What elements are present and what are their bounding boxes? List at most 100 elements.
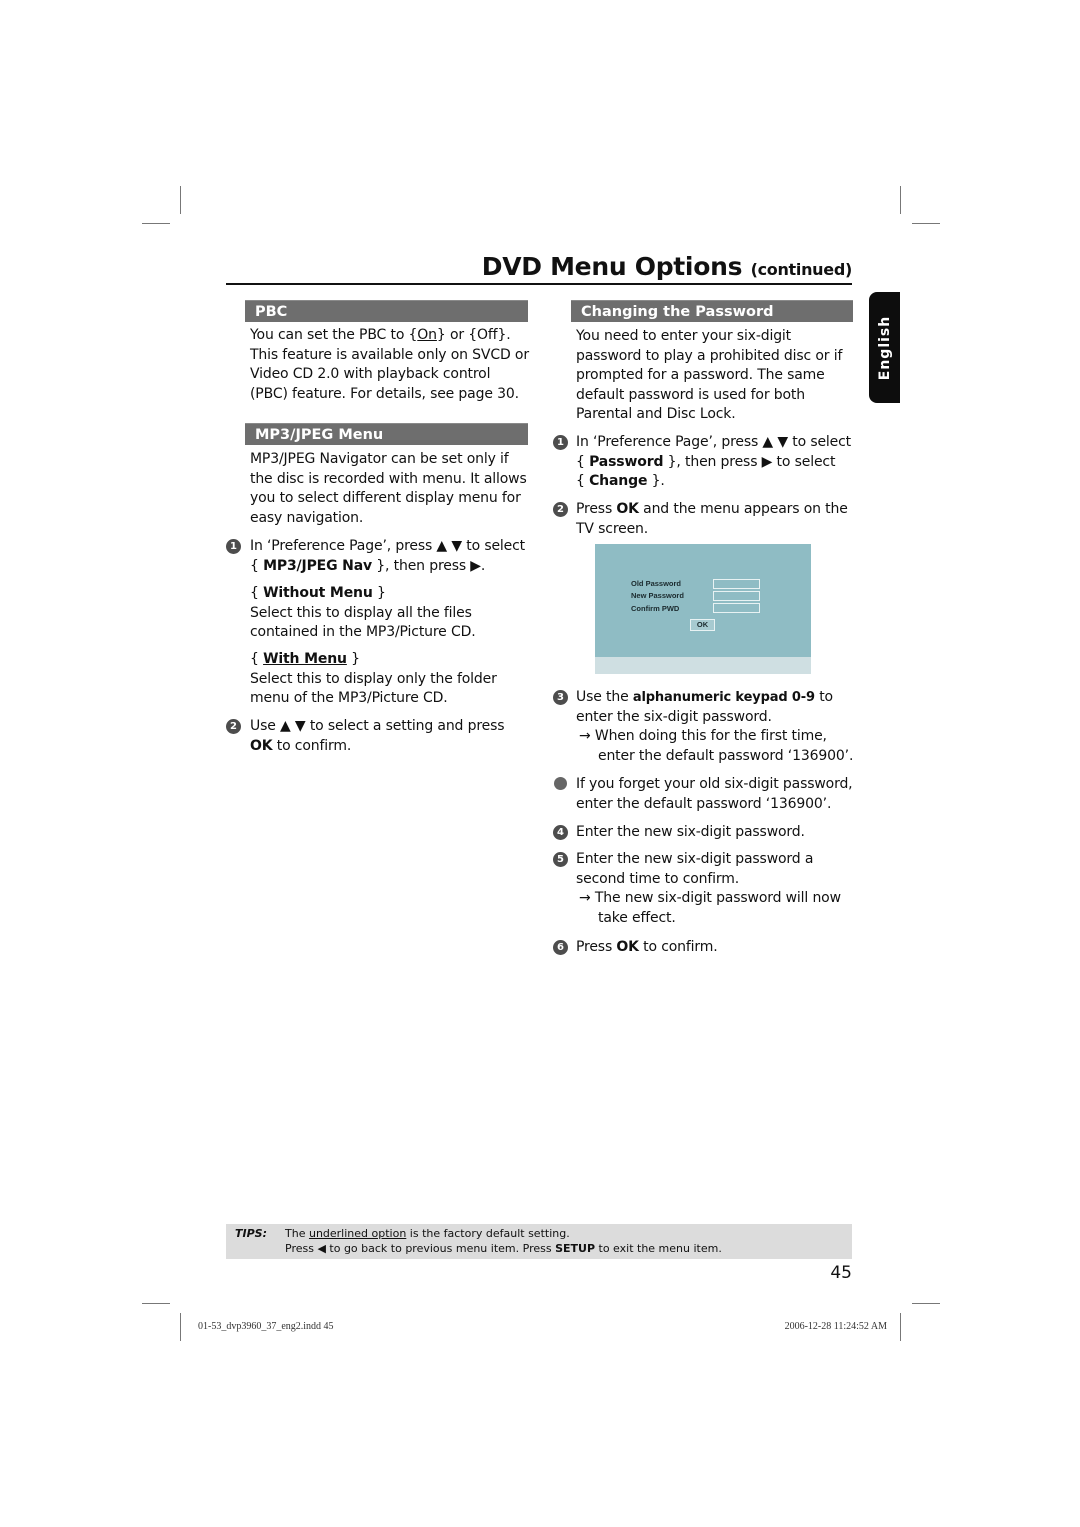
slug-filename: 01-53_dvp3960_37_eng2.indd 45 <box>198 1321 334 1332</box>
text-line: You need to enter your six-digit <box>576 328 792 344</box>
section-heading-text: MP3/JPEG Menu <box>255 427 384 443</box>
crop-mark <box>912 1303 940 1304</box>
text-line: In ‘Preference Page’, press ▲ ▼ to selec… <box>250 538 526 554</box>
text-line: enter the six-digit password. <box>576 708 772 725</box>
text-line: Enter the new six-digit password a <box>576 851 814 867</box>
menu-item-mp3-jpeg-nav: MP3/JPEG Nav <box>263 557 372 574</box>
password-step-4: Enter the new six-digit password. <box>576 824 805 840</box>
text-line: contained in the MP3/Picture CD. <box>250 624 476 641</box>
title-rule <box>226 283 852 285</box>
text-line: In ‘Preference Page’, press ▲ ▼ to selec… <box>576 434 852 450</box>
result-line: → The new six-digit password will now <box>579 890 841 907</box>
option-without-menu: { Without Menu } Select this to display … <box>250 584 476 643</box>
step-number-3: 3 <box>553 690 568 705</box>
bullet-icon <box>554 777 567 790</box>
page-title-text: DVD Menu Options <box>481 252 743 281</box>
step-number-1: 1 <box>226 539 241 554</box>
mp3-intro: MP3/JPEG Navigator can be set only if th… <box>250 450 527 528</box>
confirm-pwd-label: Confirm PWD <box>631 604 680 613</box>
section-heading-pbc: PBC <box>245 300 528 322</box>
section-heading-mp3-jpeg-menu: MP3/JPEG Menu <box>245 423 528 445</box>
text-line: second time to confirm. <box>576 870 740 887</box>
option-with-menu: { With Menu } Select this to display onl… <box>250 650 497 709</box>
language-tab: English <box>869 292 900 403</box>
mp3-step-2: Use ▲ ▼ to select a setting and press OK… <box>250 717 505 756</box>
password-step-2: Press OK and the menu appears on the TV … <box>576 500 848 539</box>
page-title-suffix: (continued) <box>750 260 853 279</box>
old-password-label: Old Password <box>631 579 682 588</box>
language-tab-label: English <box>876 315 893 380</box>
confirm-pwd-field[interactable] <box>713 603 760 613</box>
step-number-1: 1 <box>553 435 568 450</box>
text-line: If you forget your old six-digit passwor… <box>576 776 853 792</box>
crop-mark <box>912 223 940 224</box>
text-line: easy navigation. <box>250 509 364 526</box>
mp3-step-1: In ‘Preference Page’, press ▲ ▼ to selec… <box>250 537 525 576</box>
result-line: take effect. <box>598 909 676 926</box>
text-line: Use ▲ ▼ to select a setting and press <box>250 718 505 734</box>
text-line: default password is used for both <box>576 386 805 403</box>
text-line: password to play a prohibited disc or if <box>576 347 843 364</box>
new-password-field[interactable] <box>713 591 760 601</box>
section-heading-text: PBC <box>255 304 288 320</box>
old-password-field[interactable] <box>713 579 760 589</box>
text-line: Parental and Disc Lock. <box>576 406 736 423</box>
pbc-line: Video CD 2.0 with playback control <box>250 366 491 383</box>
default-option-on: On <box>417 327 437 343</box>
password-step-6: Press OK to confirm. <box>576 939 718 955</box>
page-title: DVD Menu Options (continued) <box>226 252 853 281</box>
pbc-line: You can set the PBC to {On} or {Off}. <box>250 327 511 343</box>
password-step-5: Enter the new six-digit password a secon… <box>576 850 841 928</box>
password-step-3: Use the alphanumeric keypad 0-9 to enter… <box>576 688 853 766</box>
text-line: OK to confirm. <box>250 737 352 754</box>
crop-mark <box>180 186 181 214</box>
text-line: Select this to display only the folder <box>250 670 497 687</box>
step-number-2: 2 <box>226 719 241 734</box>
text-line: { MP3/JPEG Nav }, then press ▶. <box>250 557 486 574</box>
crop-mark <box>142 223 170 224</box>
step-number-6: 6 <box>553 940 568 955</box>
tips-line-2: Press ◀ to go back to previous menu item… <box>285 1242 722 1255</box>
section-heading-text: Changing the Password <box>581 304 774 320</box>
tv-status-bar <box>595 657 811 674</box>
forgot-password-note: If you forget your old six-digit passwor… <box>576 775 853 814</box>
text-line: prompted for a password. The same <box>576 367 825 384</box>
password-intro: You need to enter your six-digit passwor… <box>576 327 842 425</box>
text-line: menu of the MP3/Picture CD. <box>250 690 448 707</box>
text-line: { Password }, then press ▶ to select <box>576 453 836 470</box>
crop-mark <box>900 1313 901 1341</box>
tips-line-1: The underlined option is the factory def… <box>285 1227 570 1240</box>
result-line: enter the default password ‘136900’. <box>598 747 854 764</box>
pbc-line: This feature is available only on SVCD o… <box>250 346 529 363</box>
option-label: { Without Menu } <box>250 585 386 601</box>
slug-timestamp: 2006-12-28 11:24:52 AM <box>784 1321 887 1332</box>
pbc-description: You can set the PBC to {On} or {Off}. Th… <box>250 326 529 404</box>
result-line: → When doing this for the first time, <box>579 728 827 745</box>
step-number-5: 5 <box>553 852 568 867</box>
step-number-2: 2 <box>553 502 568 517</box>
new-password-label: New Password <box>631 591 684 600</box>
text-line: the disc is recorded with menu. It allow… <box>250 470 527 487</box>
text-line: Use the alphanumeric keypad 0-9 to <box>576 689 833 705</box>
crop-mark <box>180 1313 181 1341</box>
text-line: enter the default password ‘136900’. <box>576 795 832 812</box>
tips-label: TIPS: <box>235 1227 267 1240</box>
text-line: you to select different display menu for <box>250 490 521 507</box>
password-step-1: In ‘Preference Page’, press ▲ ▼ to selec… <box>576 433 851 492</box>
tips-box: TIPS: The underlined option is the facto… <box>226 1224 852 1259</box>
tv-screen-password-dialog: Old Password New Password Confirm PWD OK <box>595 544 811 674</box>
menu-item-password: Password <box>589 453 664 470</box>
text-line: { Change }. <box>576 473 665 490</box>
option-label: { With Menu } <box>250 651 360 667</box>
text-line: Select this to display all the files <box>250 604 472 621</box>
ok-button[interactable]: OK <box>690 619 715 631</box>
step-number-4: 4 <box>553 825 568 840</box>
menu-item-change: Change <box>589 473 648 490</box>
section-heading-changing-password: Changing the Password <box>571 300 853 322</box>
text-line: TV screen. <box>576 520 649 537</box>
crop-mark <box>142 1303 170 1304</box>
pbc-line: (PBC) feature. For details, see page 30. <box>250 385 519 402</box>
text-line: Press OK and the menu appears on the <box>576 501 848 517</box>
crop-mark <box>900 186 901 214</box>
page-number: 45 <box>830 1263 852 1283</box>
